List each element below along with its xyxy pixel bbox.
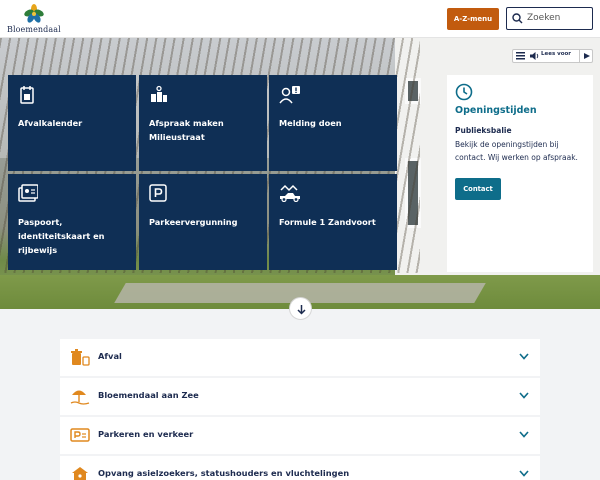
logo-text: Bloemendaal <box>7 25 61 34</box>
opening-hours-card: Openingstijden Publieksbalie Bekijk de o… <box>447 75 593 272</box>
logo-flower-icon <box>24 4 44 23</box>
site-header: Bloemendaal A-Z-menu <box>0 0 600 38</box>
accordion-item-opvang[interactable]: Opvang asielzoekers, statushouders en vl… <box>60 456 540 480</box>
search-box[interactable] <box>506 7 593 30</box>
chevron-down-icon <box>519 353 529 360</box>
tile-label: Formule 1 Zandvoort <box>279 217 376 227</box>
tile-afvalkalender[interactable]: Afvalkalender <box>8 75 136 171</box>
beach-umbrella-icon <box>70 390 90 405</box>
tile-paspoort[interactable]: Paspoort, identiteitskaart en rijbewijs <box>8 174 136 270</box>
tile-label: Melding doen <box>279 118 342 128</box>
tile-parkeervergunning[interactable]: Parkeervergunning <box>139 174 267 270</box>
accordion-label: Parkeren en verkeer <box>98 429 194 439</box>
search-icon <box>512 13 523 24</box>
refugee-shelter-icon <box>72 467 88 480</box>
opening-hours-text: Bekijk de openingstijden bij contact. Wi… <box>455 140 578 162</box>
accordion-label: Afval <box>98 351 122 361</box>
race-car-icon <box>280 184 300 202</box>
parking-sign-icon <box>70 428 90 442</box>
scroll-down-button[interactable] <box>289 297 312 320</box>
chevron-down-icon <box>519 470 529 477</box>
search-input[interactable] <box>527 10 589 26</box>
bloemendaal-logo[interactable]: Bloemendaal <box>7 4 61 34</box>
id-card-icon <box>18 184 38 202</box>
waste-icon <box>71 349 90 366</box>
parking-icon <box>149 184 167 202</box>
accordion-label: Bloemendaal aan Zee <box>98 390 199 400</box>
report-person-icon <box>279 86 300 104</box>
tile-afspraak-milieustraat[interactable]: Afspraak maken Milieustraat <box>139 75 267 171</box>
chevron-down-icon <box>519 431 529 438</box>
tile-label: Paspoort, identiteitskaart en rijbewijs <box>18 217 105 255</box>
clock-icon <box>455 83 473 101</box>
play-button[interactable] <box>579 50 593 62</box>
contact-button[interactable]: Contact <box>455 178 501 200</box>
accordion-item-afval[interactable]: Afval <box>60 339 540 376</box>
calendar-bin-icon <box>20 86 34 104</box>
read-aloud-bar[interactable]: Lees voor <box>512 49 593 63</box>
arrow-down-icon <box>297 305 306 315</box>
recycling-station-icon <box>151 85 167 102</box>
accordion-label: Opvang asielzoekers, statushouders en vl… <box>98 468 350 478</box>
tile-label: Afspraak maken Milieustraat <box>149 118 224 142</box>
opening-hours-subtitle: Publieksbalie <box>455 126 512 135</box>
accordion-item-parkeren-en-verkeer[interactable]: Parkeren en verkeer <box>60 417 540 454</box>
speaker-icon <box>530 52 539 60</box>
opening-hours-title: Openingstijden <box>455 105 537 116</box>
tile-formule-1[interactable]: Formule 1 Zandvoort <box>269 174 397 270</box>
chevron-down-icon <box>519 392 529 399</box>
tile-melding-doen[interactable]: Melding doen <box>269 75 397 171</box>
accordion-item-bloemendaal-aan-zee[interactable]: Bloemendaal aan Zee <box>60 378 540 415</box>
tile-label: Afvalkalender <box>18 118 83 128</box>
read-aloud-label[interactable]: Lees voor <box>541 51 571 57</box>
play-icon <box>584 53 590 59</box>
menu-icon[interactable] <box>515 52 526 60</box>
tile-label: Parkeervergunning <box>149 217 238 227</box>
a-z-menu-button[interactable]: A-Z-menu <box>447 8 499 30</box>
